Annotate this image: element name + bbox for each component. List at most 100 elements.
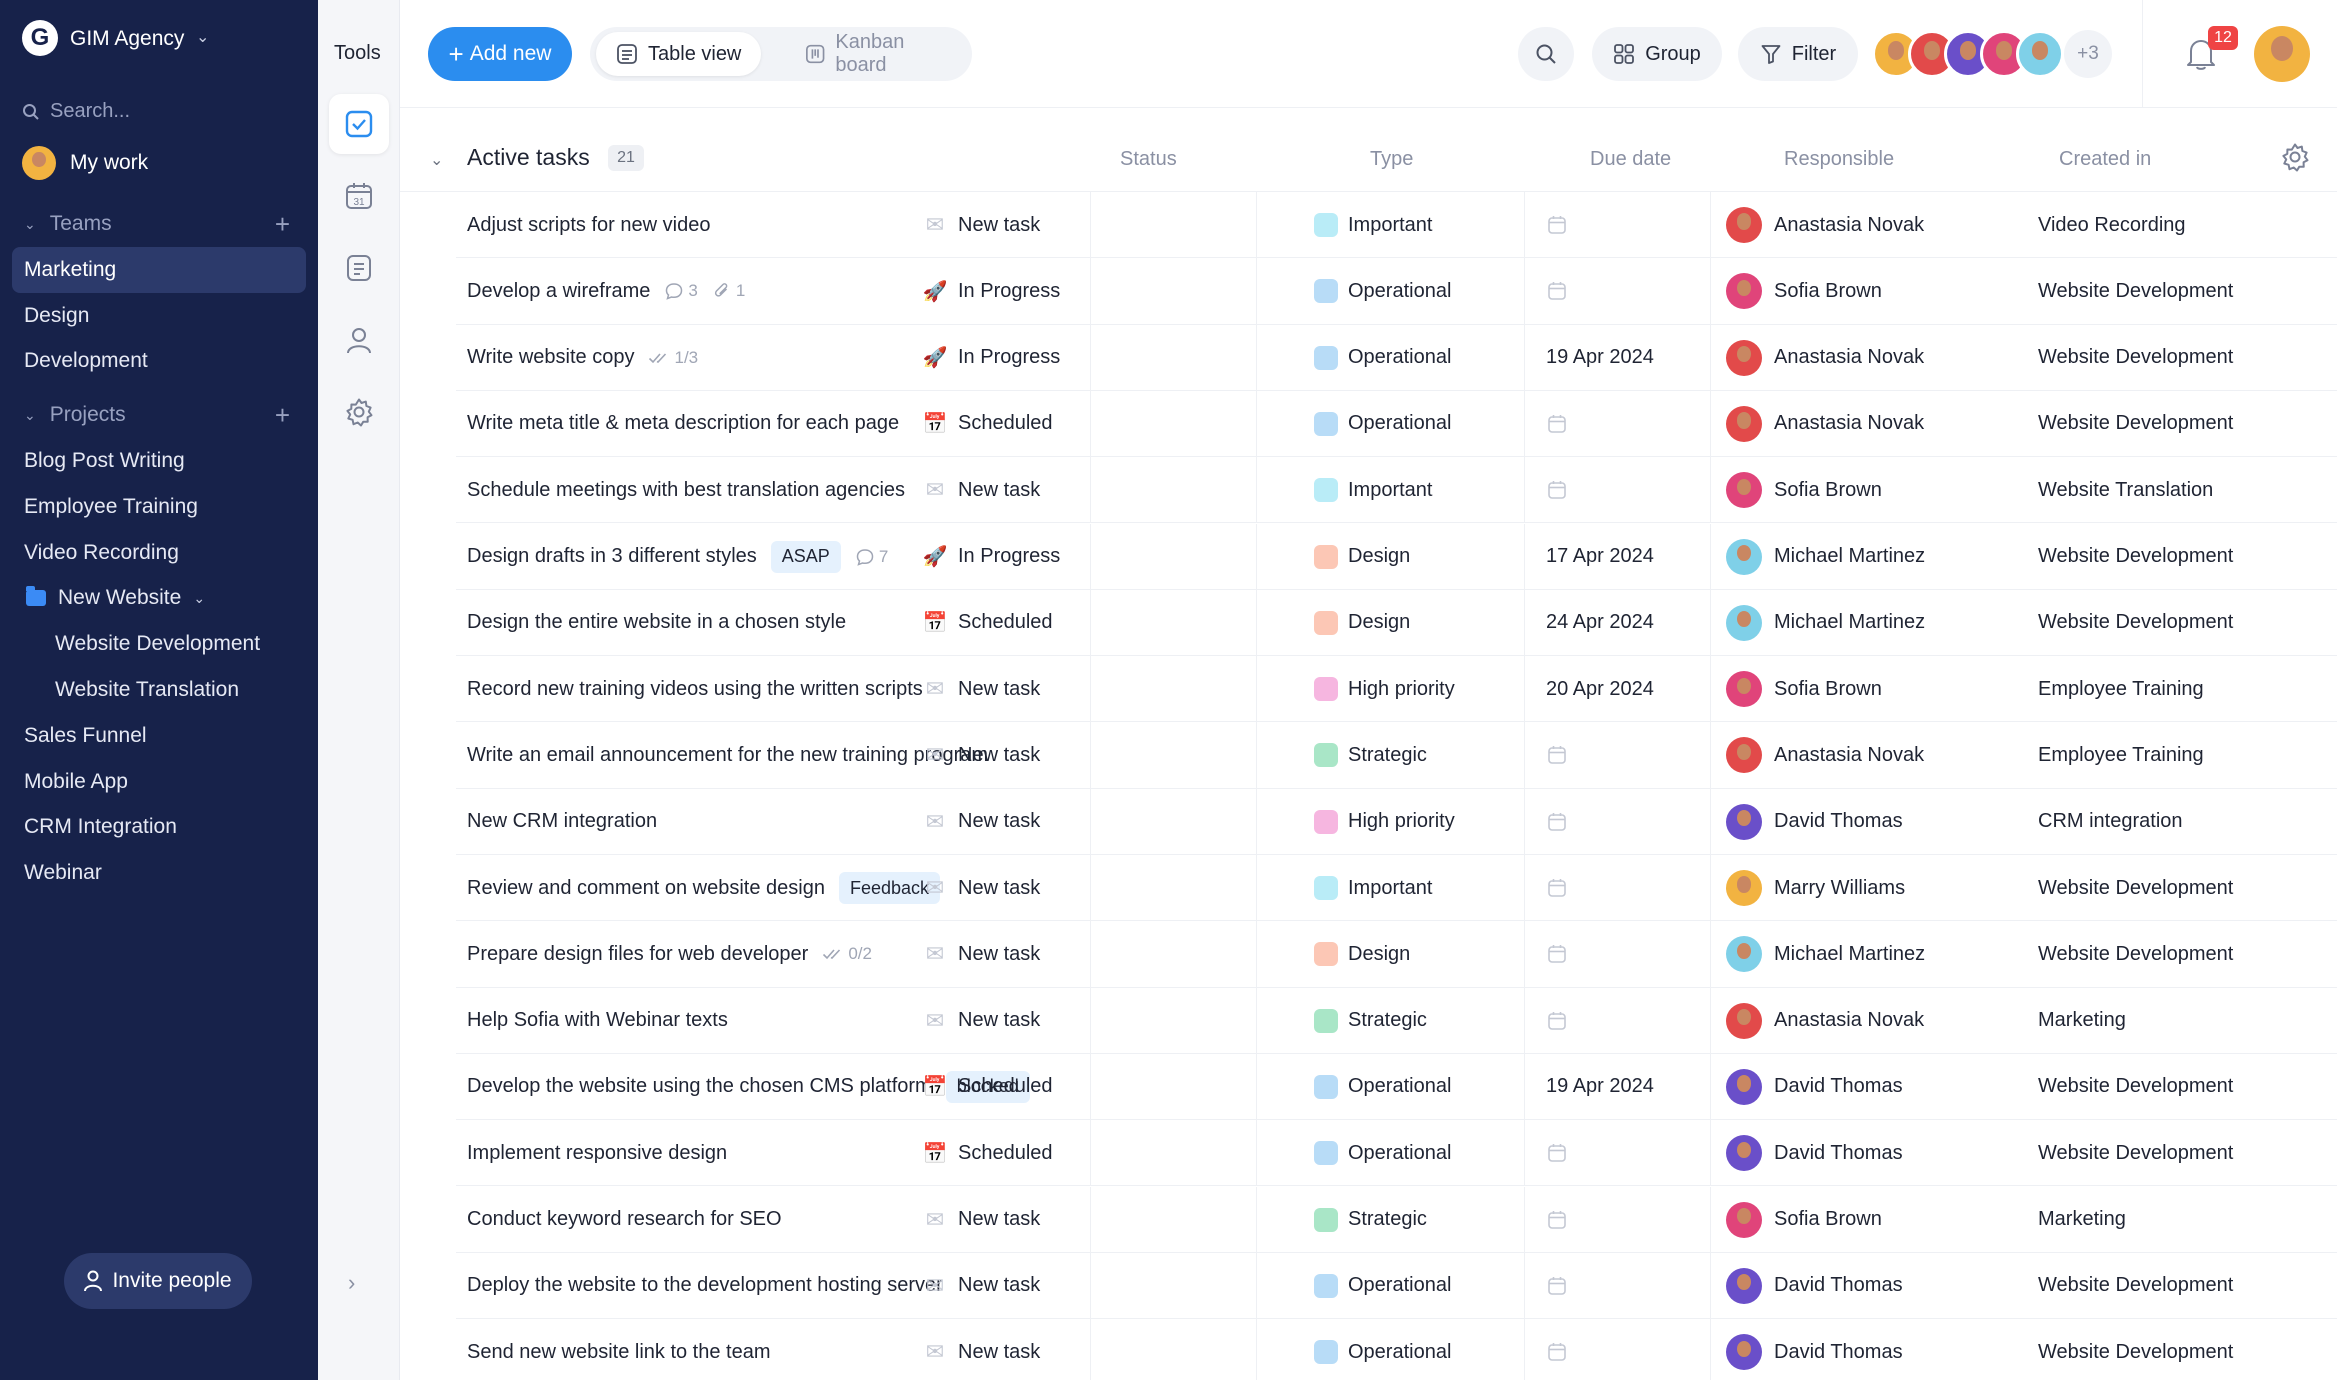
status-cell[interactable]: ✉ New task	[922, 722, 1040, 788]
due-date-cell[interactable]	[1546, 988, 1568, 1054]
sidebar-item-video-recording[interactable]: Video Recording	[12, 530, 306, 576]
created-in-cell[interactable]: Website Development	[2038, 524, 2233, 590]
comment-count[interactable]: 3	[664, 281, 698, 301]
chevron-down-icon[interactable]: ⌄	[430, 150, 443, 170]
created-in-cell[interactable]: Website Development	[2038, 1253, 2233, 1319]
column-header-type[interactable]: Type	[1370, 148, 1413, 171]
task-title[interactable]: Design the entire website in a chosen st…	[467, 611, 846, 634]
chevron-down-icon[interactable]: ⌄	[24, 407, 36, 424]
due-date-cell[interactable]: 17 Apr 2024	[1546, 524, 1654, 590]
add-team-icon[interactable]: +	[275, 209, 290, 240]
created-in-cell[interactable]: Website Development	[2038, 391, 2233, 457]
responsible-cell[interactable]: Anastasia Novak	[1726, 192, 1924, 258]
status-cell[interactable]: ✉ New task	[922, 1253, 1040, 1319]
sidebar-item-employee-training[interactable]: Employee Training	[12, 484, 306, 530]
responsible-cell[interactable]: David Thomas	[1726, 1319, 1903, 1380]
responsible-cell[interactable]: Anastasia Novak	[1726, 325, 1924, 391]
created-in-cell[interactable]: CRM integration	[2038, 789, 2183, 855]
created-in-cell[interactable]: Website Development	[2038, 921, 2233, 987]
checklist-progress[interactable]: 0/2	[822, 944, 872, 964]
created-in-cell[interactable]: Website Development	[2038, 1120, 2233, 1186]
status-cell[interactable]: 🚀 In Progress	[922, 258, 1061, 324]
responsible-cell[interactable]: Anastasia Novak	[1726, 722, 1924, 788]
responsible-cell[interactable]: David Thomas	[1726, 1054, 1903, 1120]
type-cell[interactable]: High priority	[1314, 789, 1455, 855]
chevron-right-icon[interactable]: ›	[348, 1270, 355, 1296]
status-cell[interactable]: ✉ New task	[922, 192, 1040, 258]
workspace-logo[interactable]: G	[22, 20, 58, 56]
task-name-cell[interactable]: Schedule meetings with best translation …	[467, 457, 905, 523]
task-title[interactable]: Help Sofia with Webinar texts	[467, 1009, 728, 1032]
task-title[interactable]: New CRM integration	[467, 810, 657, 833]
attachment-count[interactable]: 1	[712, 281, 745, 301]
table-row[interactable]: Conduct keyword research for SEO ✉ New tas…	[456, 1186, 2337, 1253]
task-name-cell[interactable]: Develop a wireframe 3 1	[467, 258, 745, 324]
chevron-down-icon[interactable]: ⌄	[196, 27, 209, 47]
sidebar-item-sales-funnel[interactable]: Sales Funnel	[12, 713, 306, 759]
created-in-cell[interactable]: Website Development	[2038, 258, 2233, 324]
responsible-cell[interactable]: Sofia Brown	[1726, 457, 1882, 523]
sidebar-item-website-development[interactable]: Website Development	[12, 621, 306, 667]
teams-section-header[interactable]: ⌄ Teams +	[12, 201, 306, 247]
created-in-cell[interactable]: Website Development	[2038, 590, 2233, 656]
task-tag[interactable]: ASAP	[770, 540, 841, 573]
checklist-progress[interactable]: 1/3	[648, 348, 698, 368]
task-title[interactable]: Adjust scripts for new video	[467, 214, 710, 237]
workspace-name[interactable]: GIM Agency	[70, 27, 184, 51]
created-in-cell[interactable]: Website Development	[2038, 1319, 2233, 1380]
table-row[interactable]: Implement responsive design 📅 Scheduled Ope…	[456, 1120, 2337, 1187]
sidebar-search[interactable]: Search...	[22, 100, 130, 123]
created-in-cell[interactable]: Website Development	[2038, 1054, 2233, 1120]
group-button[interactable]: Group	[1592, 27, 1722, 81]
task-title[interactable]: Develop the website using the chosen CMS…	[467, 1075, 932, 1098]
task-name-cell[interactable]: Design the entire website in a chosen st…	[467, 590, 846, 656]
responsible-cell[interactable]: Sofia Brown	[1726, 1187, 1882, 1253]
task-title[interactable]: Deploy the website to the development ho…	[467, 1274, 943, 1297]
status-cell[interactable]: ✉ New task	[922, 1319, 1040, 1380]
responsible-cell[interactable]: Michael Martinez	[1726, 524, 1925, 590]
tool-docs[interactable]	[329, 238, 389, 298]
type-cell[interactable]: Design	[1314, 524, 1410, 590]
task-name-cell[interactable]: Design drafts in 3 different styles ASAP 7	[467, 524, 888, 590]
due-date-cell[interactable]: 19 Apr 2024	[1546, 1054, 1654, 1120]
type-cell[interactable]: Design	[1314, 590, 1410, 656]
table-row[interactable]: Design the entire website in a chosen st…	[456, 589, 2337, 657]
table-row[interactable]: Record new training videos using the wri…	[456, 656, 2337, 723]
sidebar-item-website-translation[interactable]: Website Translation	[12, 667, 306, 713]
sidebar-item-marketing[interactable]: Marketing	[12, 247, 306, 293]
type-cell[interactable]: Operational	[1314, 1253, 1451, 1319]
task-name-cell[interactable]: Send new website link to the team	[467, 1319, 771, 1380]
task-title[interactable]: Prepare design files for web developer	[467, 943, 808, 966]
column-header-status[interactable]: Status	[1120, 148, 1177, 171]
due-date-cell[interactable]	[1546, 921, 1568, 987]
projects-section-header[interactable]: ⌄ Projects +	[12, 392, 306, 438]
status-cell[interactable]: ✉ New task	[922, 1187, 1040, 1253]
table-row[interactable]: Develop the website using the chosen CMS…	[456, 1053, 2337, 1121]
task-name-cell[interactable]: Implement responsive design	[467, 1120, 727, 1186]
responsible-cell[interactable]: David Thomas	[1726, 1253, 1903, 1319]
status-cell[interactable]: 📅 Scheduled	[922, 391, 1053, 457]
type-cell[interactable]: Design	[1314, 921, 1410, 987]
sidebar-item-crm-integration[interactable]: CRM Integration	[12, 804, 306, 850]
sidebar-item-mobile-app[interactable]: Mobile App	[12, 759, 306, 805]
tool-settings[interactable]	[329, 382, 389, 442]
task-name-cell[interactable]: Record new training videos using the wri…	[467, 656, 923, 722]
due-date-cell[interactable]	[1546, 1319, 1568, 1380]
sidebar-item-webinar[interactable]: Webinar	[12, 850, 306, 896]
created-in-cell[interactable]: Marketing	[2038, 988, 2126, 1054]
task-name-cell[interactable]: Adjust scripts for new video	[467, 192, 710, 258]
status-cell[interactable]: 📅 Scheduled	[922, 1054, 1053, 1120]
tab-kanban-board[interactable]: Kanban board	[785, 31, 972, 76]
column-header-responsible[interactable]: Responsible	[1784, 148, 1894, 171]
task-name-cell[interactable]: Write an email announcement for the new …	[467, 722, 988, 788]
type-cell[interactable]: Operational	[1314, 325, 1451, 391]
status-cell[interactable]: ✉ New task	[922, 457, 1040, 523]
due-date-cell[interactable]	[1546, 1187, 1568, 1253]
table-row[interactable]: Help Sofia with Webinar texts ✉ New task St…	[456, 987, 2337, 1054]
task-name-cell[interactable]: Prepare design files for web developer 0/…	[467, 921, 872, 987]
filter-button[interactable]: Filter	[1738, 27, 1858, 81]
table-row[interactable]: Design drafts in 3 different styles ASAP 7…	[456, 523, 2337, 590]
responsible-cell[interactable]: Sofia Brown	[1726, 656, 1882, 722]
group-title[interactable]: Active tasks	[467, 144, 590, 171]
type-cell[interactable]: Operational	[1314, 1319, 1451, 1380]
